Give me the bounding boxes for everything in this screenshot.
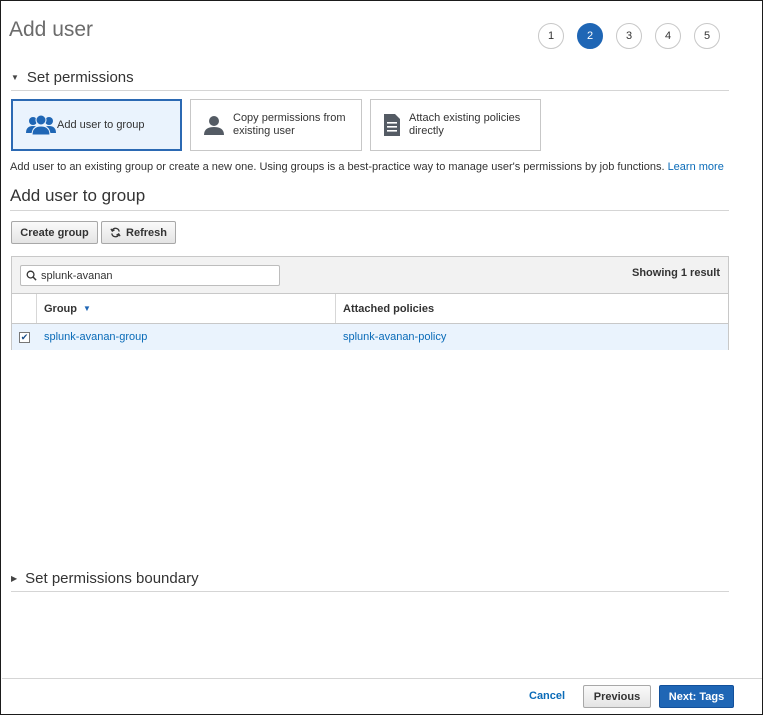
step-indicator: 1 2 3 4 5 xyxy=(538,23,720,49)
refresh-label: Refresh xyxy=(126,226,167,239)
learn-more-link[interactable]: Learn more xyxy=(668,161,724,173)
set-permissions-boundary-header[interactable]: ▶ Set permissions boundary xyxy=(11,570,729,592)
search-value: splunk-avanan xyxy=(41,269,113,282)
permissions-description: Add user to an existing group or create … xyxy=(10,161,724,173)
set-permissions-boundary-title: Set permissions boundary xyxy=(25,570,199,587)
groups-table: splunk-avanan Showing 1 result Group ▼ A… xyxy=(11,256,729,350)
step-4[interactable]: 4 xyxy=(655,23,681,49)
wizard-window: Add user 1 2 3 4 5 ▼ Set permissions Add … xyxy=(0,0,763,715)
option-attach-policies-label: Attach existing policies directly xyxy=(409,112,521,137)
select-column-header xyxy=(12,294,37,323)
create-group-button[interactable]: Create group xyxy=(11,221,98,244)
refresh-button[interactable]: Refresh xyxy=(101,221,176,244)
document-icon xyxy=(383,113,401,137)
search-icon xyxy=(26,270,37,281)
search-input[interactable]: splunk-avanan xyxy=(20,265,280,286)
row-select-cell: ✔ xyxy=(12,324,37,350)
step-1[interactable]: 1 xyxy=(538,23,564,49)
results-count: Showing 1 result xyxy=(631,267,720,279)
next-tags-button[interactable]: Next: Tags xyxy=(659,685,734,708)
policies-column-header: Attached policies xyxy=(343,302,435,315)
previous-button[interactable]: Previous xyxy=(583,685,651,708)
group-column-header[interactable]: Group ▼ xyxy=(37,294,336,323)
caret-down-icon: ▼ xyxy=(11,72,19,82)
table-toolbar: splunk-avanan Showing 1 result xyxy=(12,257,728,294)
step-3[interactable]: 3 xyxy=(616,23,642,49)
set-permissions-title: Set permissions xyxy=(26,69,134,86)
step-2-current[interactable]: 2 xyxy=(577,23,603,49)
option-add-user-to-group-label: Add user to group xyxy=(57,118,145,131)
set-permissions-header[interactable]: ▼ Set permissions xyxy=(11,69,729,91)
option-add-user-to-group[interactable]: Add user to group xyxy=(11,99,182,151)
user-icon xyxy=(203,114,225,136)
option-copy-permissions-label: Copy permissions from existing user xyxy=(233,112,346,137)
users-group-icon xyxy=(25,114,57,136)
option-attach-policies[interactable]: Attach existing policies directly xyxy=(370,99,541,151)
page-title: Add user xyxy=(9,18,94,41)
row-checkbox[interactable]: ✔ xyxy=(19,331,30,343)
policy-name-link[interactable]: splunk-avanan-policy xyxy=(336,324,728,350)
step-5[interactable]: 5 xyxy=(694,23,720,49)
add-user-to-group-heading: Add user to group xyxy=(10,186,729,211)
group-name-link[interactable]: splunk-avanan-group xyxy=(37,324,336,350)
wizard-footer: Cancel Previous Next: Tags xyxy=(2,678,762,714)
caret-right-icon: ▶ xyxy=(11,573,18,583)
table-row[interactable]: ✔ splunk-avanan-group splunk-avanan-poli… xyxy=(12,324,728,350)
cancel-button[interactable]: Cancel xyxy=(529,690,565,702)
refresh-icon xyxy=(110,227,121,238)
sort-down-icon: ▼ xyxy=(83,304,91,313)
table-header: Group ▼ Attached policies xyxy=(12,294,728,324)
option-copy-permissions[interactable]: Copy permissions from existing user xyxy=(190,99,362,151)
